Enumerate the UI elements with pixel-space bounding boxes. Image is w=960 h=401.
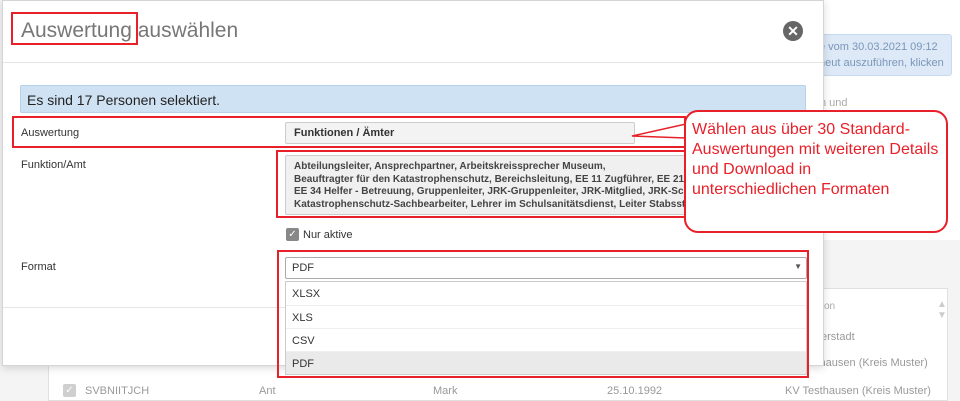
title-part-2: auswählen (131, 19, 239, 42)
auswertung-select[interactable]: Funktionen / Ämter (285, 122, 635, 144)
close-icon[interactable]: ✕ (783, 21, 803, 41)
background-notice: e vom 30.03.2021 09:12 neut auszuführen,… (812, 34, 952, 76)
checkbox-checked-icon[interactable]: ✓ (286, 228, 299, 241)
table-cell: Ant (259, 385, 276, 397)
auswertung-label: Auswertung (21, 127, 80, 139)
title-part-1: Auswertung (21, 19, 132, 42)
format-label: Format (21, 261, 56, 273)
nur-aktive-label: Nur aktive (303, 228, 353, 241)
format-selected-value: PDF (292, 262, 314, 274)
nur-aktive-row[interactable]: ✓ Nur aktive (286, 228, 353, 241)
format-option-xlsx[interactable]: XLSX (286, 282, 806, 305)
table-cell: SVBNIITJCH (85, 385, 150, 397)
table-cell: KV Testhausen (Kreis Muster) (785, 385, 931, 397)
row-checkbox[interactable]: ✓ (63, 384, 76, 397)
table-cell: sthausen (Kreis Muster) (811, 357, 928, 369)
table-cell: Mark (433, 385, 458, 397)
background-side-text: n und (820, 97, 848, 109)
format-option-xls[interactable]: XLS (286, 305, 806, 328)
notice-line-2: neut auszuführen, klicken (819, 57, 944, 69)
modal-header: Auswertung auswählen ✕ (3, 1, 823, 63)
format-dropdown-list: XLSX XLS CSV PDF (285, 281, 807, 375)
notice-line-1: e vom 30.03.2021 09:12 (819, 41, 938, 53)
modal-title: Auswertung auswählen (21, 19, 238, 43)
funktion-label: Funktion/Amt (21, 159, 86, 171)
table-cell: 25.10.1992 (607, 385, 663, 397)
format-option-csv[interactable]: CSV (286, 328, 806, 351)
callout-pointer (631, 123, 686, 139)
sort-icon[interactable]: ▲ ▼ (937, 299, 947, 321)
format-option-pdf[interactable]: PDF (286, 351, 806, 374)
selection-info-bar: Es sind 17 Personen selektiert. (20, 85, 806, 113)
chevron-down-icon: ▼ (794, 262, 802, 271)
modal-footer-divider (3, 307, 285, 308)
format-select[interactable]: PDF ▼ (285, 257, 807, 279)
table-cell: erstadt (821, 331, 855, 343)
annotation-callout: Wählen aus über 30 Standard-Auswertungen… (684, 110, 948, 233)
